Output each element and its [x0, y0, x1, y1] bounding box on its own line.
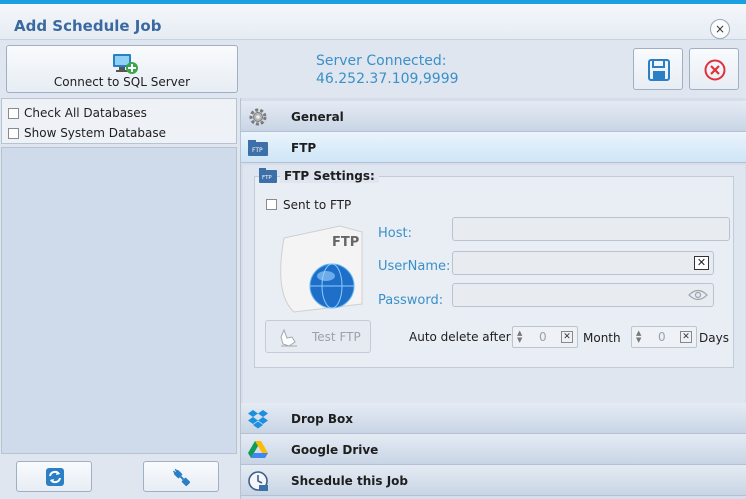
section-general[interactable]: General	[241, 101, 746, 132]
section-dropbox-label: Drop Box	[291, 412, 354, 426]
gear-icon	[249, 108, 267, 126]
ftp-icon-text: FTP	[252, 147, 263, 154]
auto-delete-label: Auto delete after:	[409, 330, 515, 344]
server-address: 46.252.37.109,9999	[316, 71, 459, 87]
month-stepper[interactable]: ▲ ▼ 0 ✕	[512, 326, 578, 348]
plug-button[interactable]	[143, 461, 219, 492]
days-unit-label: Days	[699, 331, 729, 345]
cancel-circle-icon	[704, 59, 726, 81]
computer-plus-icon	[113, 54, 138, 74]
section-schedule[interactable]: Shcedule this Job	[241, 465, 746, 496]
section-google-drive[interactable]: Google Drive	[241, 434, 746, 465]
ftp-group-icon-text: FTP	[262, 175, 272, 181]
username-label: UserName:	[378, 259, 451, 274]
show-system-database-label: Show System Database	[24, 126, 167, 140]
days-value: 0	[658, 330, 666, 344]
test-ftp-button[interactable]: Test FTP	[265, 320, 371, 353]
ftp-folder-icon: FTP	[259, 168, 277, 183]
dropbox-icon	[248, 410, 268, 429]
ftp-illustration-text: FTP	[332, 235, 359, 250]
check-all-databases-checkbox[interactable]	[8, 108, 19, 119]
username-input[interactable]	[452, 251, 714, 275]
clear-username-button[interactable]: ✕	[694, 256, 709, 270]
check-all-databases-label: Check All Databases	[24, 106, 147, 120]
test-ftp-label: Test FTP	[312, 330, 361, 344]
password-label: Password:	[378, 293, 444, 308]
month-unit-label: Month	[583, 331, 621, 345]
month-value: 0	[539, 330, 547, 344]
section-ftp-label: FTP	[291, 141, 317, 155]
refresh-button[interactable]	[16, 461, 92, 492]
host-input[interactable]	[452, 217, 730, 241]
clear-month-button[interactable]: ✕	[561, 331, 573, 343]
hand-touch-icon	[280, 328, 297, 347]
section-google-drive-label: Google Drive	[291, 443, 379, 457]
section-general-label: General	[291, 110, 344, 124]
password-input[interactable]	[452, 283, 714, 307]
server-status-label: Server Connected:	[316, 53, 447, 69]
stepper-arrows-icon[interactable]: ▲ ▼	[636, 330, 641, 344]
cancel-button[interactable]	[689, 48, 739, 90]
host-label: Host:	[378, 226, 412, 241]
stepper-arrows-icon[interactable]: ▲ ▼	[517, 330, 522, 344]
section-dropbox[interactable]: Drop Box	[241, 403, 746, 434]
refresh-icon	[46, 468, 64, 486]
section-schedule-label: Shcedule this Job	[291, 474, 409, 488]
eye-icon[interactable]	[688, 289, 708, 301]
show-system-database-checkbox[interactable]	[8, 128, 19, 139]
google-drive-icon	[248, 441, 268, 458]
database-options-panel: Check All Databases Show System Database	[1, 98, 237, 144]
sent-to-ftp-label: Sent to FTP	[283, 198, 352, 212]
clock-icon	[248, 471, 268, 491]
connect-sql-server-button[interactable]: Connect to SQL Server	[6, 45, 238, 93]
days-stepper[interactable]: ▲ ▼ 0 ✕	[631, 326, 697, 348]
ftp-settings-title: FTP Settings:	[280, 169, 379, 183]
plug-icon	[172, 468, 191, 487]
window-close-button[interactable]: ×	[710, 19, 730, 39]
title-bar: Add Schedule Job ×	[0, 4, 746, 40]
section-ftp[interactable]: FTP FTP	[241, 132, 746, 163]
database-list[interactable]	[1, 147, 237, 454]
ftp-folder-icon: FTP	[248, 140, 268, 156]
sent-to-ftp-checkbox[interactable]	[266, 199, 277, 210]
ftp-globe-illustration: FTP	[280, 225, 363, 313]
save-button[interactable]	[633, 48, 683, 90]
connect-label: Connect to SQL Server	[53, 75, 191, 89]
clear-days-button[interactable]: ✕	[680, 331, 692, 343]
floppy-disk-icon	[648, 59, 670, 81]
window-title: Add Schedule Job	[14, 17, 162, 35]
